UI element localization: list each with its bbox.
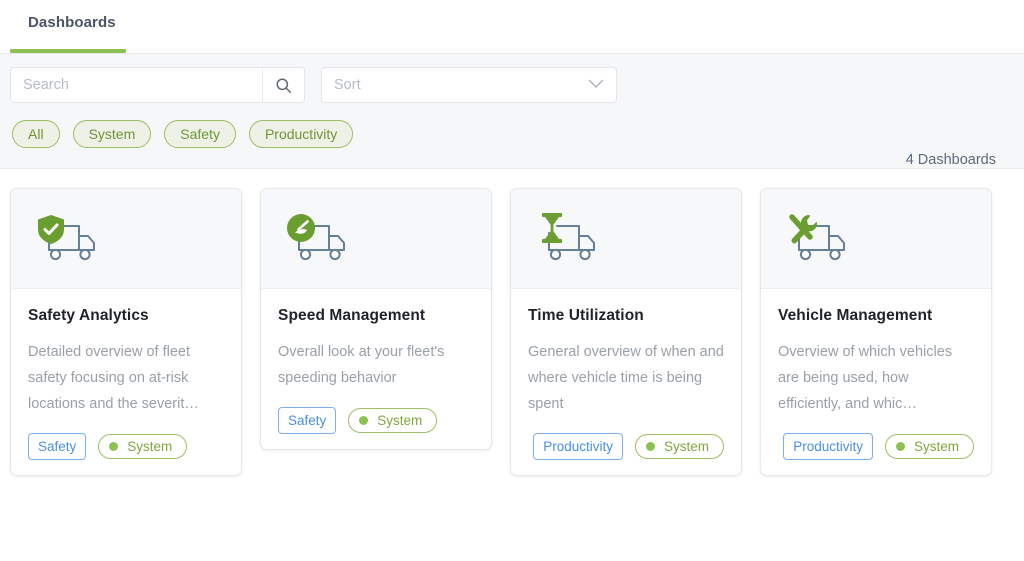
dashboard-count: 4 Dashboards [906, 152, 996, 168]
status-dot-icon [896, 442, 905, 451]
card-system-tag-label: System [377, 413, 422, 428]
dashboard-card[interactable]: Safety Analytics Detailed overview of fl… [10, 188, 242, 476]
card-tag-row: Safety System [278, 407, 474, 434]
card-system-tag-label: System [664, 439, 709, 454]
card-system-tag[interactable]: System [635, 434, 724, 459]
card-category-tag[interactable]: Productivity [533, 433, 623, 460]
dashboard-card-grid: Safety Analytics Detailed overview of fl… [0, 188, 1024, 476]
card-title: Safety Analytics [28, 307, 224, 325]
shield-check-truck-icon [33, 209, 103, 269]
card-system-tag-label: System [127, 439, 172, 454]
filter-toolbar: Sort 4 Dashboards All System Safety Prod… [0, 53, 1024, 169]
chevron-down-icon [588, 76, 604, 94]
search-input[interactable] [11, 68, 262, 102]
card-tag-row: Productivity System [528, 433, 724, 460]
card-title: Time Utilization [528, 307, 724, 325]
filter-chip-system[interactable]: System [73, 120, 152, 148]
card-system-tag-label: System [914, 439, 959, 454]
card-category-tag[interactable]: Safety [28, 433, 86, 460]
filter-chip-all[interactable]: All [12, 120, 60, 148]
dashboard-card[interactable]: Speed Management Overall look at your fl… [260, 188, 492, 450]
dashboard-card[interactable]: Time Utilization General overview of whe… [510, 188, 742, 476]
card-body: Time Utilization General overview of whe… [511, 289, 741, 475]
card-icon-header [761, 189, 991, 289]
tab-bar: Dashboards [0, 0, 1024, 53]
card-body: Speed Management Overall look at your fl… [261, 289, 491, 449]
status-dot-icon [359, 416, 368, 425]
filter-chip-safety[interactable]: Safety [164, 120, 236, 148]
card-title: Vehicle Management [778, 307, 974, 325]
card-system-tag[interactable]: System [348, 408, 437, 433]
hourglass-truck-icon [533, 209, 603, 269]
card-system-tag[interactable]: System [885, 434, 974, 459]
status-dot-icon [646, 442, 655, 451]
speedometer-truck-icon [283, 209, 353, 269]
card-icon-header [511, 189, 741, 289]
card-icon-header [11, 189, 241, 289]
card-category-tag[interactable]: Productivity [783, 433, 873, 460]
card-title: Speed Management [278, 307, 474, 325]
dashboard-card[interactable]: Vehicle Management Overview of which veh… [760, 188, 992, 476]
search-icon[interactable] [262, 68, 304, 102]
card-tag-row: Safety System [28, 433, 224, 460]
card-category-tag[interactable]: Safety [278, 407, 336, 434]
card-body: Safety Analytics Detailed overview of fl… [11, 289, 241, 475]
card-tag-row: Productivity System [778, 433, 974, 460]
card-description: Overall look at your fleet's speeding be… [278, 339, 474, 391]
card-description: Overview of which vehicles are being use… [778, 339, 974, 417]
card-description: Detailed overview of fleet safety focusi… [28, 339, 224, 417]
card-icon-header [261, 189, 491, 289]
filter-chip-productivity[interactable]: Productivity [249, 120, 353, 148]
tools-truck-icon [783, 209, 853, 269]
sort-dropdown[interactable]: Sort [321, 67, 617, 103]
search-box[interactable] [10, 67, 305, 103]
sort-dropdown-value: Sort [334, 77, 361, 93]
toolbar-controls: Sort [10, 67, 996, 103]
status-dot-icon [109, 442, 118, 451]
filter-chip-list: All System Safety Productivity [10, 120, 996, 148]
card-description: General overview of when and where vehic… [528, 339, 724, 417]
card-system-tag[interactable]: System [98, 434, 187, 459]
tab-dashboards[interactable]: Dashboards [0, 0, 136, 53]
tab-dashboards-label: Dashboards [28, 14, 116, 31]
card-body: Vehicle Management Overview of which veh… [761, 289, 991, 475]
